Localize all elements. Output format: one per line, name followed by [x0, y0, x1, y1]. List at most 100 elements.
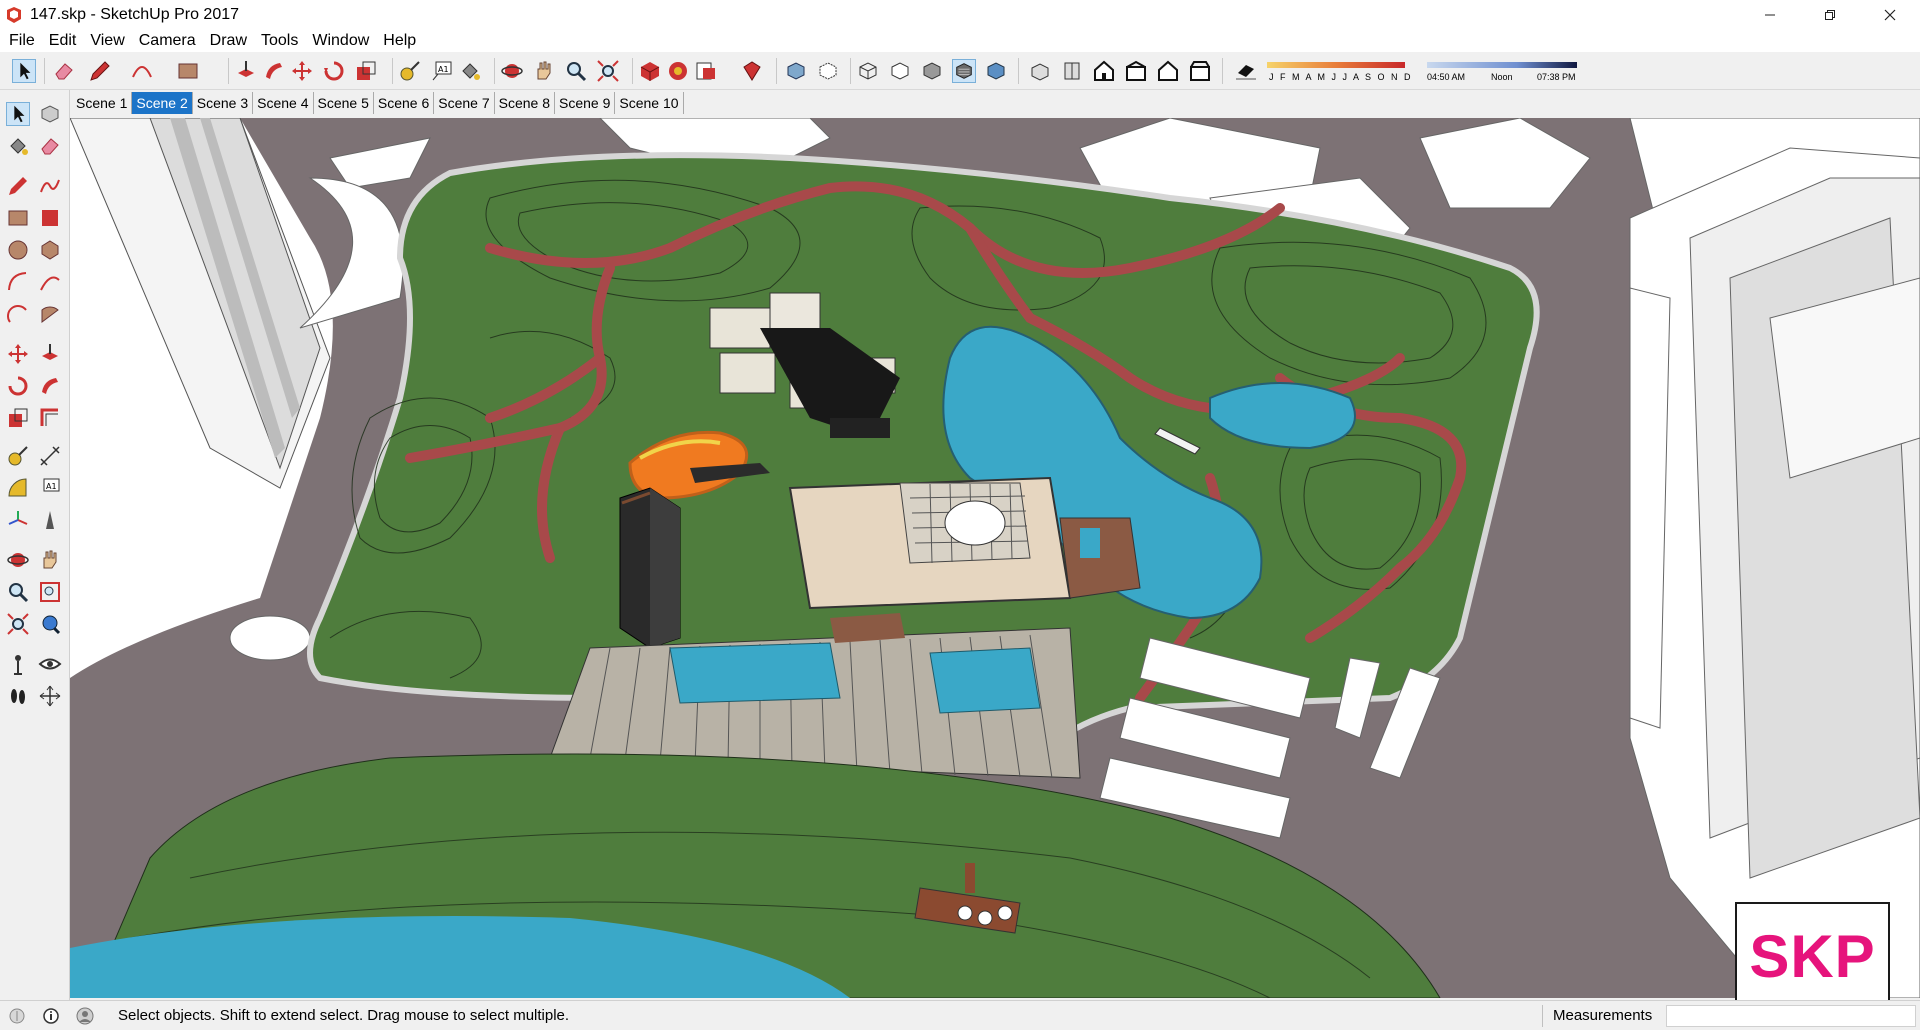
wireframe-icon[interactable]	[856, 59, 880, 83]
rectangle-icon[interactable]	[176, 59, 200, 83]
tab-scene-10[interactable]: Scene 10	[615, 92, 684, 114]
follow-me-icon[interactable]	[38, 374, 62, 398]
walk-icon[interactable]	[6, 684, 30, 708]
orbit-icon[interactable]	[6, 548, 30, 572]
move-icon[interactable]	[6, 342, 30, 366]
zoom-extents-icon[interactable]	[596, 59, 620, 83]
polygon-icon[interactable]	[38, 238, 62, 262]
text-icon[interactable]: A1	[38, 476, 62, 500]
menu-tools[interactable]: Tools	[254, 30, 305, 52]
3d-text-icon[interactable]	[38, 508, 62, 532]
pan-icon[interactable]	[532, 59, 556, 83]
push-pull-icon[interactable]	[38, 342, 62, 366]
tab-scene-5[interactable]: Scene 5	[314, 92, 374, 114]
shaded-textures-icon[interactable]	[952, 59, 976, 83]
move-icon[interactable]	[290, 59, 314, 83]
protractor-icon[interactable]	[6, 476, 30, 500]
make-component-icon[interactable]	[38, 102, 62, 126]
tab-scene-6[interactable]: Scene 6	[374, 92, 435, 114]
rotated-rectangle-icon[interactable]	[38, 206, 62, 230]
zoom-icon[interactable]	[6, 580, 30, 604]
maximize-button[interactable]	[1800, 0, 1860, 30]
zoom-window-icon[interactable]	[38, 580, 62, 604]
tab-scene-3[interactable]: Scene 3	[193, 92, 254, 114]
extension-warehouse-icon[interactable]	[666, 59, 690, 83]
paint-bucket-icon[interactable]	[458, 59, 482, 83]
tape-measure-icon[interactable]	[6, 444, 30, 468]
eraser-icon[interactable]	[38, 134, 62, 158]
arc-icon[interactable]	[130, 59, 154, 83]
rotate-icon[interactable]	[322, 59, 346, 83]
credits-icon[interactable]	[42, 1007, 60, 1025]
hidden-line-icon[interactable]	[888, 59, 912, 83]
geo-location-icon[interactable]	[8, 1007, 26, 1025]
axes-icon[interactable]	[6, 508, 30, 532]
menu-window[interactable]: Window	[305, 30, 376, 52]
rotate-icon[interactable]	[6, 374, 30, 398]
measurements-input[interactable]	[1666, 1005, 1916, 1027]
select-icon[interactable]	[6, 102, 30, 126]
shadow-time-slider[interactable]: 04:50 AM Noon 07:38 PM	[1425, 58, 1579, 86]
send-to-layout-icon[interactable]	[694, 59, 718, 83]
shadow-month-slider[interactable]: J F M A M J J A S O N D	[1265, 58, 1411, 86]
previous-view-icon[interactable]	[38, 612, 62, 636]
menu-help[interactable]: Help	[376, 30, 423, 52]
shaded-icon[interactable]	[920, 59, 944, 83]
monochrome-icon[interactable]	[984, 59, 1008, 83]
left-view-icon[interactable]	[1188, 59, 1212, 83]
user-account-icon[interactable]	[76, 1007, 94, 1025]
tab-scene-4[interactable]: Scene 4	[253, 92, 314, 114]
model-viewport[interactable]	[70, 118, 1920, 998]
scale-icon[interactable]	[354, 59, 378, 83]
circle-icon[interactable]	[6, 238, 30, 262]
tape-measure-icon[interactable]	[398, 59, 422, 83]
freehand-icon[interactable]	[38, 174, 62, 198]
rectangle-icon[interactable]	[6, 206, 30, 230]
tab-scene-1[interactable]: Scene 1	[72, 92, 133, 114]
top-view-icon[interactable]	[1060, 59, 1084, 83]
back-edges-icon[interactable]	[816, 59, 840, 83]
arc-icon[interactable]	[6, 270, 30, 294]
offset-icon[interactable]	[38, 406, 62, 430]
time-noon-label: Noon	[1491, 72, 1513, 82]
paint-bucket-icon[interactable]	[6, 134, 30, 158]
front-view-icon[interactable]	[1092, 59, 1116, 83]
two-point-arc-icon[interactable]	[38, 270, 62, 294]
position-camera-icon[interactable]	[6, 652, 30, 676]
tab-scene-8[interactable]: Scene 8	[495, 92, 555, 114]
extension-manager-icon[interactable]	[740, 59, 764, 83]
xray-icon[interactable]	[784, 59, 808, 83]
menu-view[interactable]: View	[83, 30, 131, 52]
follow-me-icon[interactable]	[262, 59, 286, 83]
section-plane-icon[interactable]	[38, 684, 62, 708]
menu-file[interactable]: File	[2, 30, 42, 52]
right-view-icon[interactable]	[1124, 59, 1148, 83]
pan-icon[interactable]	[38, 548, 62, 572]
zoom-icon[interactable]	[564, 59, 588, 83]
text-icon[interactable]: A1	[430, 59, 454, 83]
warehouse-icon[interactable]	[638, 59, 662, 83]
pencil-icon[interactable]	[88, 59, 112, 83]
menu-camera[interactable]: Camera	[132, 30, 203, 52]
zoom-extents-icon[interactable]	[6, 612, 30, 636]
line-icon[interactable]	[6, 174, 30, 198]
shadows-toggle-icon[interactable]	[1234, 59, 1258, 83]
menu-edit[interactable]: Edit	[42, 30, 84, 52]
dimension-icon[interactable]	[38, 444, 62, 468]
tab-scene-2[interactable]: Scene 2	[132, 92, 193, 114]
tab-scene-9[interactable]: Scene 9	[555, 92, 616, 114]
minimize-button[interactable]	[1740, 0, 1800, 30]
menu-draw[interactable]: Draw	[203, 30, 254, 52]
look-around-icon[interactable]	[38, 652, 62, 676]
select-icon[interactable]	[12, 59, 36, 83]
orbit-icon[interactable]	[500, 59, 524, 83]
scale-icon[interactable]	[6, 406, 30, 430]
eraser-icon[interactable]	[52, 59, 76, 83]
back-view-icon[interactable]	[1156, 59, 1180, 83]
push-pull-icon[interactable]	[234, 59, 258, 83]
pie-icon[interactable]	[38, 302, 62, 326]
iso-view-icon[interactable]	[1028, 59, 1052, 83]
tab-scene-7[interactable]: Scene 7	[434, 92, 495, 114]
close-button[interactable]	[1860, 0, 1920, 30]
three-point-arc-icon[interactable]	[6, 302, 30, 326]
